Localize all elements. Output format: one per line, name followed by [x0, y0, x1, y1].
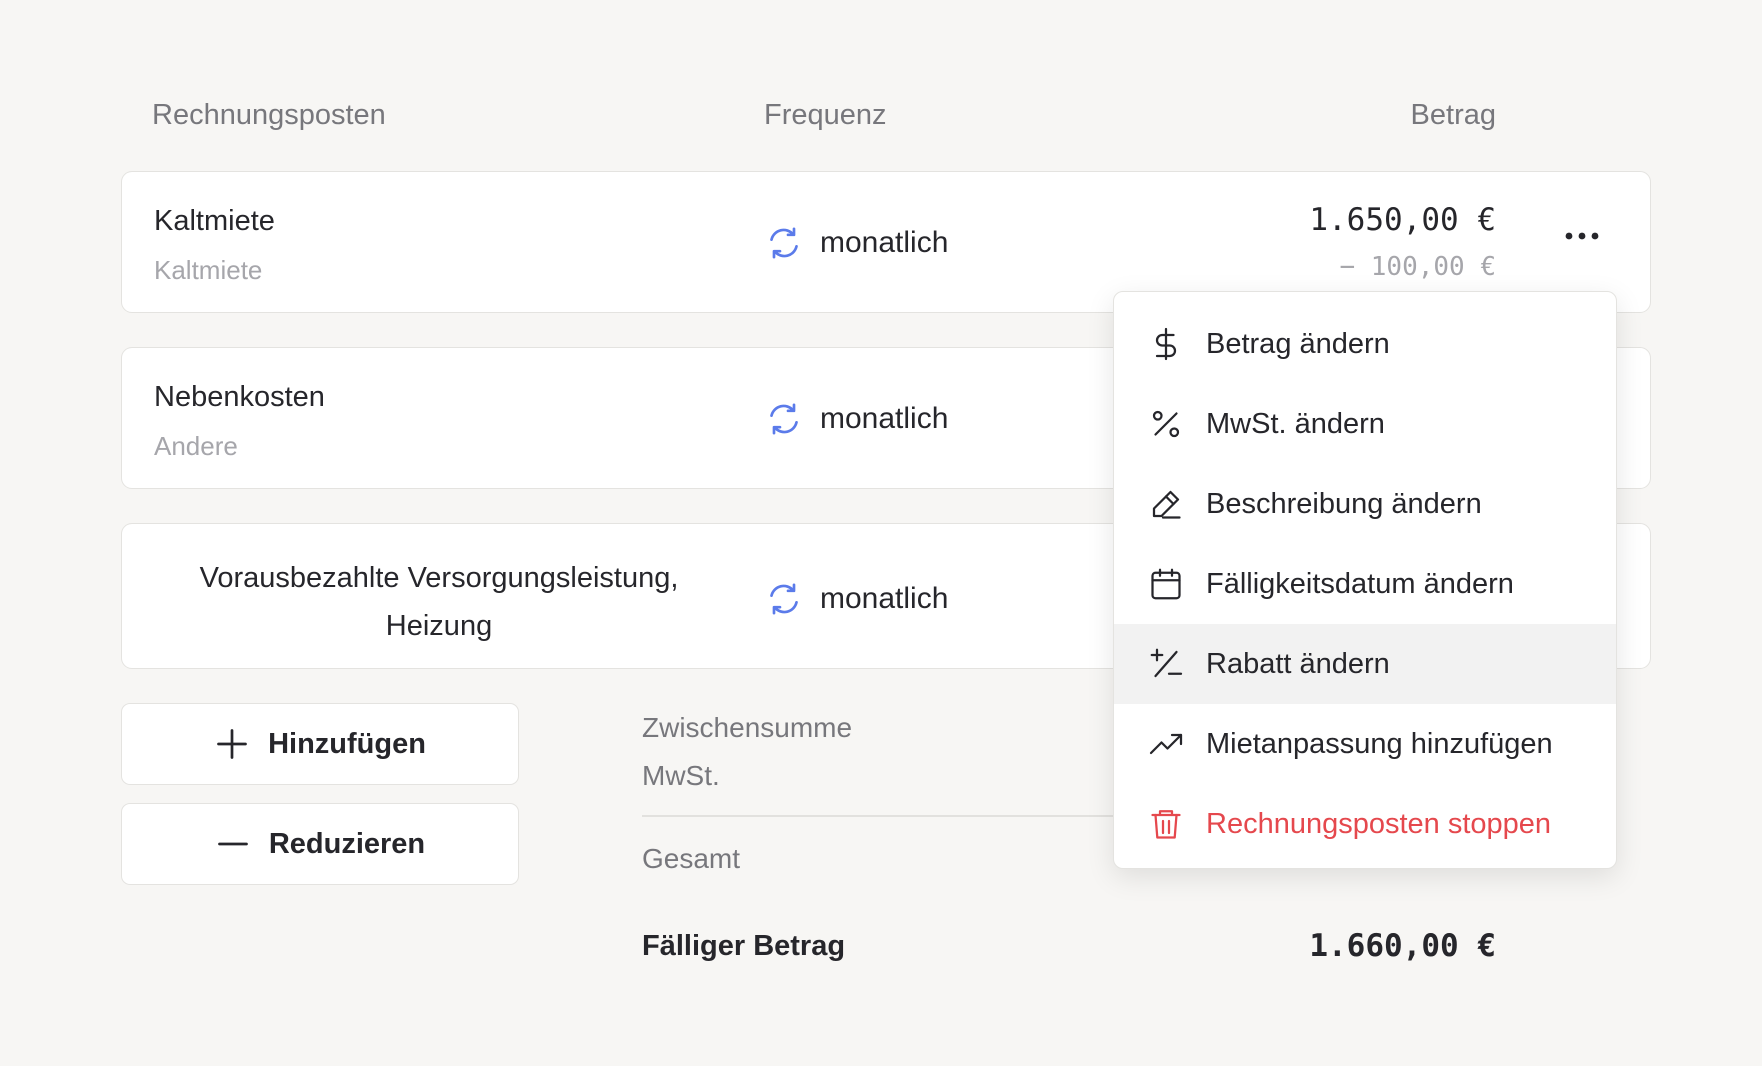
frequency-label: monatlich — [820, 226, 949, 259]
menu-item-change-vat[interactable]: MwSt. ändern — [1114, 384, 1616, 464]
line-item-title: Kaltmiete — [154, 205, 275, 237]
add-button[interactable]: Hinzufügen — [121, 703, 519, 785]
recurring-icon — [770, 583, 798, 615]
percent-icon — [1152, 410, 1180, 438]
menu-item-change-discount[interactable]: Rabatt ändern — [1114, 624, 1616, 704]
more-options-button[interactable] — [1554, 208, 1610, 264]
frequency-label: monatlich — [820, 402, 949, 435]
menu-item-label: Fälligkeitsdatum ändern — [1206, 567, 1514, 600]
trending-up-icon — [1149, 733, 1183, 755]
reduce-button[interactable]: Reduzieren — [121, 803, 519, 885]
line-item-title: Nebenkosten — [154, 381, 325, 413]
menu-item-label: Beschreibung ändern — [1206, 487, 1482, 520]
line-item-amount: 1.650,00 € — [1309, 202, 1496, 238]
add-button-label: Hinzufügen — [268, 727, 426, 760]
reduce-button-label: Reduzieren — [268, 827, 426, 860]
menu-item-label: Rabatt ändern — [1206, 647, 1390, 680]
line-item-context-menu: Betrag ändern MwSt. ändern Beschreibung … — [1113, 291, 1617, 869]
column-header-amount: Betrag — [1410, 99, 1496, 131]
total-label: Gesamt — [642, 843, 741, 874]
column-header-item: Rechnungsposten — [152, 99, 386, 131]
frequency-cell: monatlich — [764, 399, 948, 439]
frequency-cell: monatlich — [764, 579, 948, 619]
amount-due-value: 1.660,00 € — [1309, 928, 1496, 964]
vat-label: MwSt. — [642, 760, 720, 791]
line-item-title: Vorausbezahlte Versorgungsleistung, Heiz… — [199, 562, 679, 642]
line-item-category: Kaltmiete — [154, 255, 263, 285]
menu-item-label: Mietanpassung hinzufügen — [1206, 727, 1553, 760]
trash-icon — [1151, 810, 1181, 839]
minus-icon — [217, 842, 248, 846]
menu-item-change-amount[interactable]: Betrag ändern — [1114, 304, 1616, 384]
pencil-icon — [1152, 490, 1181, 519]
amount-due-label: Fälliger Betrag — [642, 930, 846, 962]
menu-item-label: MwSt. ändern — [1206, 407, 1385, 440]
subtotal-label: Zwischensumme — [642, 712, 853, 743]
recurring-icon — [770, 403, 798, 435]
menu-item-add-rent-adjustment[interactable]: Mietanpassung hinzufügen — [1114, 704, 1616, 784]
column-header-frequency: Frequenz — [764, 99, 887, 131]
line-item-category: Andere — [154, 431, 238, 461]
plus-icon — [217, 729, 247, 759]
line-item-discount: − 100,00 € — [1339, 252, 1496, 282]
calendar-icon — [1151, 568, 1181, 600]
frequency-label: monatlich — [820, 582, 949, 615]
frequency-cell: monatlich — [764, 223, 948, 263]
plus-minus-icon — [1150, 648, 1183, 678]
menu-item-change-description[interactable]: Beschreibung ändern — [1114, 464, 1616, 544]
menu-item-label: Rechnungsposten stoppen — [1206, 807, 1552, 840]
dollar-icon — [1155, 327, 1177, 361]
menu-item-stop-line-item[interactable]: Rechnungsposten stoppen — [1114, 784, 1616, 864]
menu-item-change-due-date[interactable]: Fälligkeitsdatum ändern — [1114, 544, 1616, 624]
recurring-icon — [770, 227, 798, 259]
more-horizontal-icon — [1565, 232, 1599, 240]
menu-item-label: Betrag ändern — [1206, 327, 1390, 360]
